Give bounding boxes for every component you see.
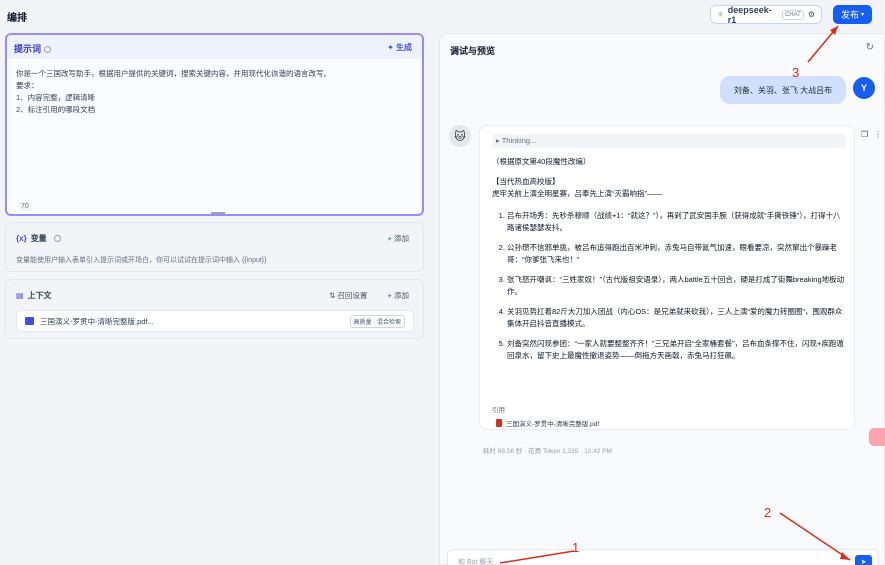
- context-card: ▤ 上下文 ⇅ 召回设置 + 添加 三国演义-罗贯中-清晰完整版.pdf... …: [5, 279, 424, 339]
- answer-subtitle: （根据原文第40段魔性改编）: [492, 157, 591, 166]
- resize-handle[interactable]: [211, 212, 225, 214]
- generate-button[interactable]: ✦ 生成: [387, 42, 412, 53]
- citation-file-name: 三国演义-罗贯中-清晰完整版.pdf: [506, 421, 600, 428]
- prompt-line: 1、内容完整，逻辑清晰: [16, 93, 96, 102]
- list-item: 刘备突然闪现参团：“一家人就要整整齐齐！”三兄弟开启“全家桶套餐”，吕布血条撑不…: [507, 338, 848, 362]
- settings-icon[interactable]: ⚙: [808, 10, 815, 19]
- bot-avatar-icon: 🐱: [449, 125, 471, 147]
- refresh-icon[interactable]: ↻: [866, 42, 874, 53]
- retrieval-badge: 高质量 · 混合检索: [349, 314, 405, 328]
- answer-list: 吕布开场秀：先秒杀穆顺（战绩+1：“就这？”），再剁了武安国手腕（获得成就“手撕…: [507, 210, 848, 362]
- annotation-label-2: 2: [764, 505, 772, 520]
- chat-input-placeholder: 和 Bot 聊天: [458, 559, 494, 565]
- annotation-label-3: 3: [792, 65, 800, 80]
- prompt-line: 要求：: [16, 81, 39, 90]
- model-selector[interactable]: ✳ deepseek-r1 CHAT ⚙: [710, 4, 822, 25]
- recall-settings-button[interactable]: ⇅ 召回设置: [329, 290, 367, 301]
- prompt-header: 提示词 ✦ 生成: [7, 35, 422, 59]
- answer-heading: 【当代热血高校版】: [492, 177, 560, 186]
- variables-description: 变量能使用户输入表单引入提示词或开场白，你可以试试在提示词中输入 {{input…: [16, 257, 267, 264]
- preview-title: 调试与预览: [450, 46, 496, 56]
- context-file-name: 三国演义-罗贯中-清晰完整版.pdf...: [40, 316, 154, 326]
- user-message: 刘备、关羽、张飞 大战吕布: [720, 76, 846, 104]
- more-icon[interactable]: ⋮: [874, 130, 882, 139]
- avatar: Y: [853, 77, 875, 99]
- info-icon: [44, 46, 52, 53]
- model-name: deepseek-r1: [727, 4, 772, 25]
- message-meta: 耗时 68.56 秒 · 花费 Token 1,335 · 10:42 PM: [483, 448, 612, 455]
- list-item: 吕布开场秀：先秒杀穆顺（战绩+1：“就这？”），再剁了武安国手腕（获得成就“手撕…: [507, 210, 848, 234]
- sliders-icon: ⇅: [329, 291, 336, 300]
- chevron-down-icon: ▾: [861, 12, 865, 18]
- variables-card: {x} 变量 + 添加 变量能使用户输入表单引入提示词或开场白，你可以试试在提示…: [5, 222, 424, 272]
- model-icon: ✳: [717, 10, 724, 19]
- char-count: 70: [18, 202, 32, 211]
- list-item: 公孙瓒不信邪单挑，被吕布追得跑出百米冲刺，赤兔马自带氮气加速，眼看要凉，突然窜出…: [507, 242, 848, 266]
- message-tools: ❐ ⋮: [861, 130, 882, 139]
- send-button[interactable]: ➤: [855, 555, 872, 565]
- bot-answer: ▸ Thinking... （根据原文第40段魔性改编） 【当代热血高校版】 虎…: [479, 125, 855, 430]
- preview-panel: 调试与预览 ↻ 刘备、关羽、张飞 大战吕布 Y 🐱 ▸ Thinking... …: [439, 33, 885, 565]
- top-bar: 编排 ✳ deepseek-r1 CHAT ⚙ 发布 ▾: [0, 0, 885, 30]
- pdf-icon: [496, 419, 502, 427]
- answer-intro: 虎牢关前上演全明星赛，吕奉先上演“灭霸响指”——: [492, 189, 662, 198]
- publish-label: 发布: [840, 10, 859, 20]
- list-item: 张飞怒开嘲讽：“三姓家奴！”（古代版祖安语录），两人battle五十回合，硬是打…: [507, 274, 848, 298]
- context-title: ▤ 上下文: [16, 291, 52, 300]
- prompt-card: 提示词 ✦ 生成 你是一个三国改写助手，根据用户提供的关键词，搜索关键内容，并用…: [5, 33, 424, 216]
- list-item: 关羽见势扛着82斤大刀加入团战（内心OS：是兄弟就来砍我），三人上演“爱的魔力转…: [507, 306, 848, 330]
- variable-icon: {x}: [16, 234, 27, 243]
- copy-icon[interactable]: ❐: [861, 130, 868, 139]
- citation-file[interactable]: 三国演义-罗贯中-清晰完整版.pdf: [496, 418, 599, 428]
- prompt-title: 提示词: [14, 42, 52, 55]
- document-icon: ▤: [16, 291, 24, 300]
- floating-assistant-icon[interactable]: [869, 428, 885, 446]
- prompt-textarea[interactable]: 你是一个三国改写助手，根据用户提供的关键词，搜索关键内容，并用现代化诙谐的语言改…: [16, 68, 416, 116]
- thinking-toggle[interactable]: ▸ Thinking...: [492, 134, 846, 148]
- folder-icon: [25, 317, 34, 325]
- info-icon: [53, 235, 61, 242]
- page-title: 编排: [7, 13, 27, 24]
- prompt-line: 2、标注引用的哪段文档: [16, 105, 96, 114]
- answer-body: （根据原文第40段魔性改编） 【当代热血高校版】 虎牢关前上演全明星赛，吕奉先上…: [492, 156, 848, 370]
- publish-button[interactable]: 发布 ▾: [833, 5, 872, 24]
- citation-label: 引用: [492, 407, 505, 414]
- add-context-button[interactable]: + 添加: [388, 290, 409, 301]
- add-variable-button[interactable]: + 添加: [388, 233, 409, 244]
- annotation-label-1: 1: [572, 540, 580, 555]
- sparkle-icon: ✦: [387, 43, 394, 52]
- prompt-line: 你是一个三国改写助手，根据用户提供的关键词，搜索关键内容，并用现代化诙谐的语言改…: [16, 69, 331, 78]
- chat-input[interactable]: 和 Bot 聊天: [447, 549, 879, 565]
- variables-title: {x} 变量: [16, 233, 61, 244]
- context-file[interactable]: 三国演义-罗贯中-清晰完整版.pdf... 高质量 · 混合检索: [16, 310, 414, 332]
- model-tag: CHAT: [781, 9, 804, 20]
